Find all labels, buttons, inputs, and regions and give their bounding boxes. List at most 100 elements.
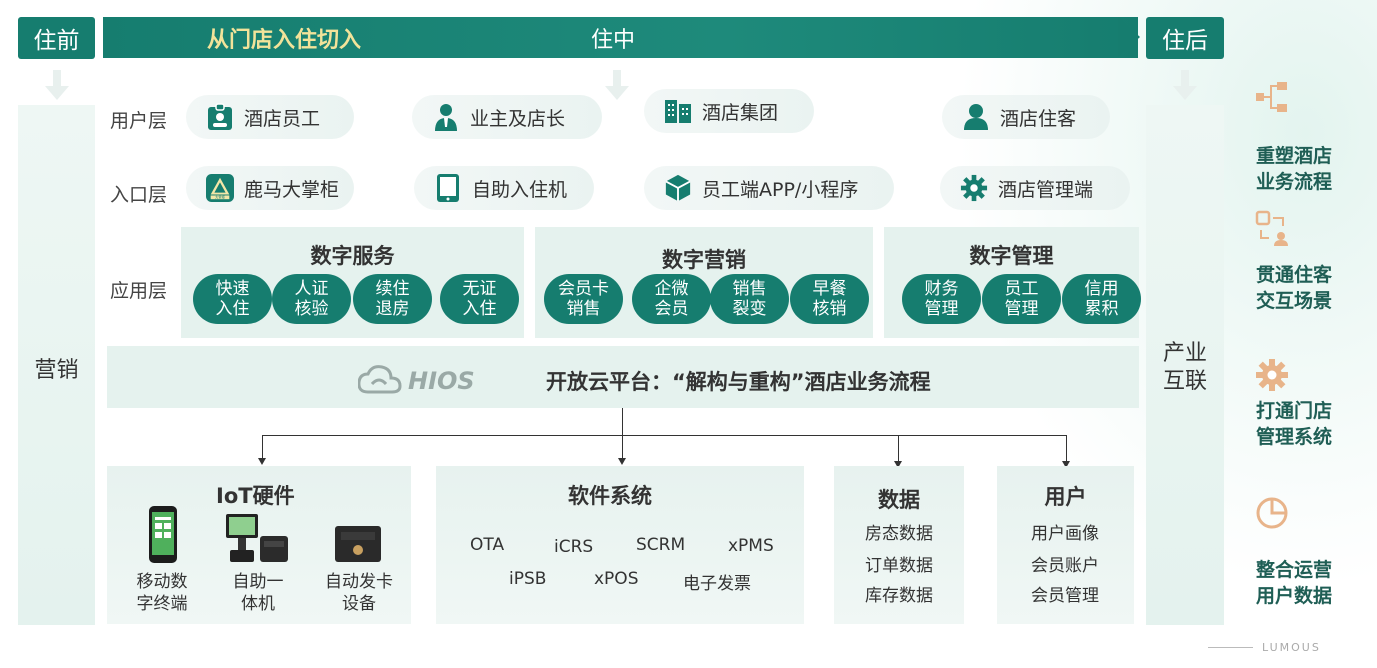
flow-diagram-icon: [1255, 80, 1289, 114]
software-item: iPSB: [509, 569, 547, 589]
mobile-terminal-icon: [146, 505, 180, 565]
benefit-consolidate-data: 整合运营 用户数据: [1256, 559, 1333, 607]
app-group-title: 数字服务: [310, 244, 395, 268]
brand-divider: [1208, 647, 1253, 648]
guest-icon: [962, 103, 990, 131]
settings-gear-icon: [1255, 358, 1289, 392]
interaction-loop-icon: [1255, 210, 1289, 246]
user-pill-hotel-staff: 酒店员工: [186, 95, 354, 139]
software-item: iCRS: [554, 537, 594, 557]
entry-pill-hotel-admin: 酒店管理端: [940, 166, 1130, 210]
entry-pill-self-checkin-kiosk: 自助入住机: [414, 166, 594, 210]
data-item: 房态数据: [865, 524, 933, 544]
user-title: 用户: [1044, 485, 1087, 509]
connector-software: [622, 435, 623, 460]
data-item: 库存数据: [865, 586, 933, 606]
entry-pill-lumadazhanggui: 大掌柜 鹿马大掌柜: [186, 166, 354, 210]
software-item: xPMS: [728, 536, 774, 556]
connector-trunk: [622, 408, 623, 436]
app-item-breakfast-redeem[interactable]: 早餐 核销: [790, 274, 869, 324]
card-dispenser-icon: [333, 524, 383, 564]
iot-title: IoT硬件: [216, 484, 295, 508]
user-item: 会员账户: [1031, 556, 1099, 576]
iot-item-label: 移动数 字终端: [136, 572, 188, 614]
phase-during-label: 住中: [591, 28, 636, 53]
pie-chart-icon: [1255, 496, 1289, 530]
phase-after: 住后: [1146, 17, 1224, 59]
benefit-connect-guest: 贯通住客 交互场景: [1256, 264, 1333, 312]
software-item: 电子发票: [683, 574, 751, 594]
side-left-label: 营销: [34, 358, 79, 383]
building-icon: [664, 97, 692, 125]
logo-mini-text: 大掌柜: [215, 195, 225, 200]
down-arrow-during: [605, 70, 629, 102]
down-arrow-after: [1173, 70, 1197, 102]
app-item-finance[interactable]: 财务 管理: [902, 274, 981, 324]
tablet-icon: [434, 174, 462, 202]
phase-before: 住前: [18, 17, 95, 59]
iot-item-label: 自助一 体机: [232, 572, 284, 614]
app-item-id-verify[interactable]: 人证 核验: [272, 274, 351, 324]
iot-item-label: 自动发卡 设备: [325, 572, 393, 614]
benefit-integrate-store: 打通门店 管理系统: [1256, 400, 1333, 448]
user-pill-label: 酒店集团: [702, 101, 779, 124]
user-item: 用户画像: [1031, 524, 1099, 544]
connector-iot: [262, 435, 263, 460]
platform-text: 开放云平台：“解构与重构”酒店业务流程: [546, 370, 931, 394]
app-item-membership-sales[interactable]: 会员卡 销售: [544, 274, 623, 324]
app-item-no-id-checkin[interactable]: 无证 入住: [440, 274, 519, 324]
entry-pill-label: 员工端APP/小程序: [702, 178, 859, 201]
app-item-credit[interactable]: 信用 累积: [1062, 274, 1141, 324]
entry-pill-label: 自助入住机: [472, 178, 568, 201]
benefit-reshape-workflow: 重塑酒店 业务流程: [1256, 145, 1333, 193]
brand-text: LUMOUS: [1262, 641, 1321, 654]
user-pill-owner: 业主及店长: [412, 95, 602, 139]
left-side-column: 营销: [18, 105, 95, 625]
gear-icon: [960, 174, 988, 202]
app-item-quick-checkin[interactable]: 快速 入住: [193, 274, 272, 324]
entry-pill-label: 鹿马大掌柜: [244, 178, 340, 201]
entry-pill-label: 酒店管理端: [998, 178, 1094, 201]
arrowhead-software: [618, 458, 626, 465]
connector-horizontal: [262, 435, 1066, 436]
lumadazhanggui-app-icon: 大掌柜: [206, 174, 234, 202]
kiosk-icon: [224, 512, 290, 564]
bar-slogan: 从门店入住切入: [207, 28, 362, 53]
side-right-label: 产业 互联: [1162, 341, 1207, 394]
data-item: 订单数据: [865, 556, 933, 576]
software-item: xPOS: [594, 569, 639, 589]
phase-bar-arrowhead: [1118, 17, 1140, 57]
connector-user: [1066, 435, 1067, 463]
software-item: SCRM: [636, 535, 686, 555]
down-arrow-before: [45, 70, 69, 102]
layer-label-entry: 入口层: [110, 184, 168, 206]
user-pill-hotel-guest: 酒店住客: [942, 95, 1110, 139]
box-icon: [664, 174, 692, 202]
right-side-column: 产业 互联: [1146, 105, 1224, 625]
software-title: 软件系统: [568, 484, 652, 508]
connector-data: [898, 435, 899, 463]
entry-pill-staff-app: 员工端APP/小程序: [644, 166, 894, 210]
layer-label-user: 用户层: [110, 110, 168, 132]
arrowhead-iot: [258, 458, 266, 465]
user-pill-label: 酒店住客: [1000, 107, 1077, 130]
user-pill-hotel-group: 酒店集团: [644, 89, 814, 133]
hios-logo-text: HIOS: [408, 367, 475, 395]
user-item: 会员管理: [1031, 586, 1099, 606]
software-item: OTA: [470, 535, 505, 555]
app-item-sales-fission[interactable]: 销售 裂变: [710, 274, 789, 324]
user-pill-label: 酒店员工: [244, 107, 321, 130]
app-item-staff-mgmt[interactable]: 员工 管理: [982, 274, 1061, 324]
app-group-title: 数字营销: [662, 248, 746, 272]
layer-label-app: 应用层: [110, 280, 168, 302]
app-group-title: 数字管理: [969, 244, 1054, 268]
phase-after-label: 住后: [1162, 28, 1208, 54]
businessman-icon: [432, 103, 460, 131]
data-title: 数据: [878, 488, 920, 512]
user-pill-label: 业主及店长: [470, 107, 566, 130]
hios-logo: HIOS: [357, 362, 520, 396]
app-item-extend-checkout[interactable]: 续住 退房: [353, 274, 432, 324]
id-badge-icon: [206, 103, 234, 131]
app-item-wecom-member[interactable]: 企微 会员: [632, 274, 711, 324]
phase-before-label: 住前: [33, 28, 80, 54]
